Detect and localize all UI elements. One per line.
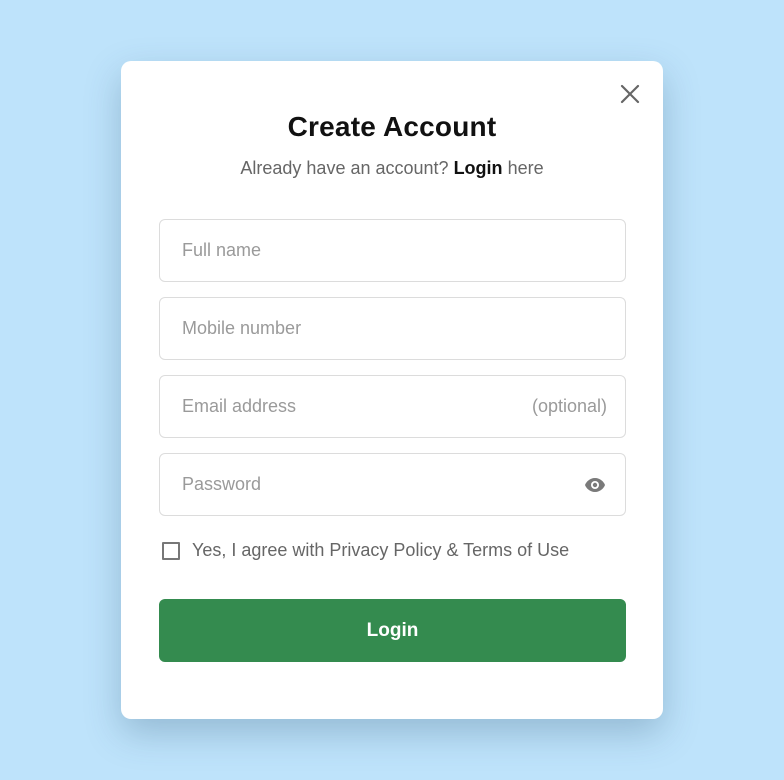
mobile-number-input[interactable] (182, 318, 607, 339)
terms-agreement: Yes, I agree with Privacy Policy & Terms… (162, 540, 569, 561)
agree-label[interactable]: Yes, I agree with Privacy Policy & Terms… (192, 540, 569, 561)
create-account-modal: Create Account Already have an account? … (121, 61, 663, 719)
login-button[interactable]: Login (159, 599, 626, 662)
password-input[interactable] (182, 474, 583, 495)
agree-checkbox[interactable] (162, 541, 180, 560)
full-name-input[interactable] (182, 240, 607, 261)
modal-title: Create Account (287, 111, 497, 142)
eye-icon[interactable] (583, 473, 607, 497)
close-icon[interactable] (619, 83, 641, 105)
login-prompt-suffix: here (507, 158, 544, 178)
login-prompt: Already have an account? Login here (121, 158, 663, 179)
mobile-number-field[interactable] (159, 297, 626, 360)
email-input[interactable] (182, 396, 532, 417)
optional-hint: (optional) (531, 396, 607, 416)
email-field[interactable]: (optional) (159, 375, 626, 438)
login-prompt-text: Already have an account? (240, 158, 449, 178)
full-name-field[interactable] (159, 219, 626, 282)
password-field[interactable] (159, 453, 626, 516)
login-link[interactable]: Login (454, 158, 503, 178)
